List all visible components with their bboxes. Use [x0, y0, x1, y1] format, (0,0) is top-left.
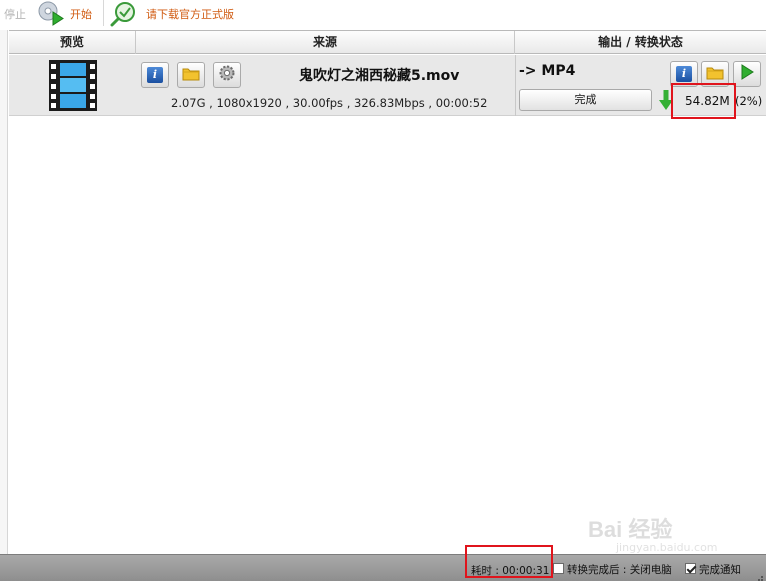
notify-label[interactable]: 完成通知 — [699, 562, 741, 577]
header-source[interactable]: 来源 — [136, 31, 515, 54]
elapsed-time: 耗时 : 00:00:31 — [471, 565, 550, 577]
start-label: 开始 — [70, 8, 92, 21]
table-header: 预览 来源 输出 / 转换状态 — [9, 31, 766, 54]
task-table: 预览 来源 输出 / 转换状态 i 鬼吹灯之湘西秘藏5.mov 2.07G , … — [9, 30, 766, 554]
media-start-icon — [36, 1, 66, 27]
output-format[interactable]: -> MP4 — [519, 63, 575, 79]
cell-divider — [515, 55, 516, 116]
download-official-button[interactable]: 请下载官方正式版 — [110, 0, 234, 28]
output-info-button[interactable]: i — [670, 61, 698, 87]
status-bar: 耗时 : 00:00:31 转换完成后 : 关闭电脑 完成通知 — [0, 554, 766, 581]
source-settings-button[interactable] — [213, 62, 241, 88]
shutdown-after-checkbox[interactable] — [553, 563, 564, 574]
start-button[interactable]: 开始 — [36, 0, 92, 28]
stop-label: 停止 — [4, 8, 26, 21]
play-output-button[interactable] — [733, 61, 761, 87]
header-preview[interactable]: 预览 — [9, 31, 136, 54]
source-folder-button[interactable] — [177, 62, 205, 88]
output-folder-button[interactable] — [701, 61, 729, 87]
table-row[interactable]: i 鬼吹灯之湘西秘藏5.mov 2.07G , 1080x1920 , 30.0… — [9, 55, 766, 116]
converter-window: 停止 开始 请下载官方正式版 预览 来源 输出 / 转换状态 i 鬼吹灯之湘西秘… — [0, 0, 766, 581]
settings-gear-icon — [218, 64, 236, 86]
folder-icon — [182, 66, 200, 85]
header-output-status[interactable]: 输出 / 转换状态 — [515, 31, 766, 54]
toolbar: 停止 开始 请下载官方正式版 — [0, 0, 766, 30]
folder-icon — [706, 65, 724, 84]
magnifier-download-icon — [110, 1, 144, 27]
resize-grip-icon[interactable] — [754, 569, 763, 581]
info-icon: i — [147, 67, 163, 83]
shutdown-after-label[interactable]: 转换完成后 : 关闭电脑 — [567, 562, 672, 577]
status-done-button[interactable]: 完成 — [519, 89, 652, 111]
download-official-label: 请下载官方正式版 — [146, 8, 234, 21]
info-icon: i — [676, 66, 692, 82]
progress-percent: (2%) — [735, 94, 763, 108]
watermark-url: jingyan.baidu.com — [616, 541, 718, 554]
toolbar-separator — [103, 0, 104, 26]
source-info-button[interactable]: i — [141, 62, 169, 88]
play-icon — [740, 64, 754, 84]
film-thumbnail-icon[interactable] — [49, 60, 97, 111]
output-size: 54.82M — [685, 94, 730, 108]
source-file-meta: 2.07G , 1080x1920 , 30.00fps , 326.83Mbp… — [171, 96, 488, 110]
stop-button[interactable]: 停止 — [4, 0, 26, 28]
source-file-name: 鬼吹灯之湘西秘藏5.mov — [299, 68, 460, 84]
notify-checkbox[interactable] — [685, 563, 696, 574]
left-panel-edge — [0, 30, 8, 554]
watermark-logo: Bai 经验 — [588, 517, 673, 542]
download-arrow-icon — [659, 90, 673, 110]
